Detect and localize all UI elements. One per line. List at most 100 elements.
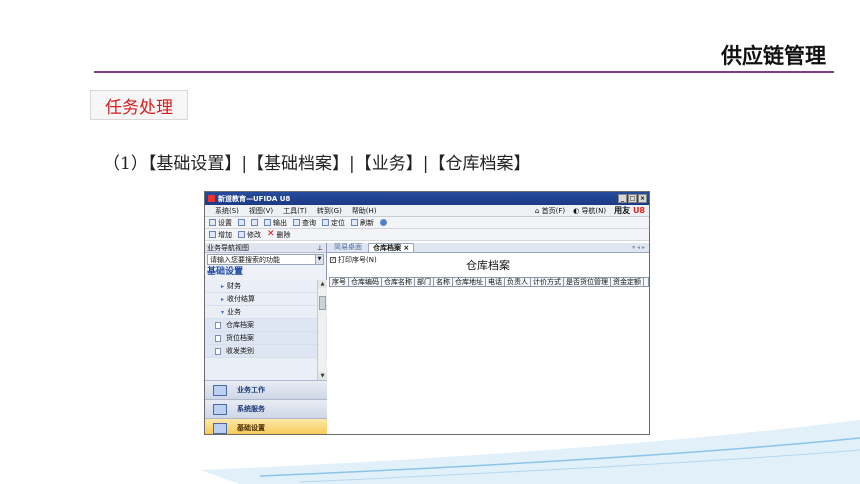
column-header[interactable]: 是否货位管理 [564, 278, 611, 286]
collapse-arrow-icon: ▾ [221, 308, 225, 316]
column-header[interactable]: 仓库地址 [453, 278, 486, 286]
nav-search-input[interactable]: 请输入您要搜索的功能 ▼ [207, 254, 324, 265]
nav-scrollbar[interactable]: ▲ ▼ [317, 280, 327, 380]
nav-tree: ▸ 财务 ▸ 收付结算 ▾ 业务 仓库档案 货位档案 收发类别 [205, 280, 327, 380]
minimize-button[interactable]: _ [618, 194, 627, 203]
window-titlebar: 新道教育—UFIDA U8 _ □ × [205, 192, 649, 205]
nav-header-label: 业务导航视图 [207, 243, 249, 252]
delete-icon: ✕ [267, 229, 275, 239]
tab-warehouse-archive[interactable]: 仓库档案 × [368, 243, 415, 252]
help-icon [380, 219, 387, 226]
slide-title: 供应链管理 [721, 44, 826, 68]
close-button[interactable]: × [638, 194, 647, 203]
tree-item-label: 业务 [227, 307, 242, 316]
edit-button[interactable]: 修改 [238, 230, 261, 240]
delete-button[interactable]: ✕ 删除 [267, 230, 291, 240]
query-button[interactable]: 查询 [293, 218, 316, 228]
edit-icon [238, 231, 245, 238]
export-icon [264, 219, 271, 226]
refresh-button[interactable]: 刷新 [351, 218, 374, 228]
settings-icon [209, 219, 216, 226]
main-content: 简易桌面 仓库档案 × ▾ ◂ ▸ ✓ 打印序号(N) 仓库档案 序号 仓库编码… [327, 243, 649, 434]
tree-item-label: 仓库档案 [226, 320, 254, 329]
group-label: 基础设置 [237, 424, 265, 432]
app-logo-icon [208, 195, 215, 202]
preview-button[interactable] [251, 219, 258, 226]
menu-system[interactable]: 系统(S) [215, 206, 239, 216]
group-business-work[interactable]: 业务工作 [205, 380, 327, 399]
brand-product: U8 [632, 206, 645, 215]
tree-item-label: 收发类别 [226, 346, 254, 355]
window-body: 业务导航视图 ⊥ 请输入您要搜索的功能 ▼ 基础设置 ▸ 财务 ▸ 收付结算 ▾ 业务… [205, 243, 649, 434]
help-button[interactable] [380, 219, 387, 226]
tree-item-location-archive[interactable]: 货位档案 [205, 332, 327, 345]
navigate-label: 导航(N) [581, 206, 607, 215]
nav-panel: 业务导航视图 ⊥ 请输入您要搜索的功能 ▼ 基础设置 ▸ 财务 ▸ 收付结算 ▾ 业务… [205, 243, 327, 434]
tab-simple-desktop[interactable]: 简易桌面 [330, 243, 366, 252]
document-icon [215, 334, 221, 342]
tree-item-label: 货位档案 [226, 333, 254, 342]
scroll-down-icon[interactable]: ▼ [318, 372, 327, 380]
column-header[interactable]: 名称 [434, 278, 453, 286]
document-title: 仓库档案 [466, 259, 510, 272]
settings-button[interactable]: 设置 [209, 218, 232, 228]
export-label: 输出 [273, 218, 287, 227]
menu-bar: 系统(S) 视图(V) 工具(T) 转到(G) 帮助(H) ⌂ 首页(F) ◐ … [205, 205, 649, 217]
column-header[interactable]: 序号 [330, 278, 349, 286]
tab-scroll-arrows[interactable]: ▾ ◂ ▸ [632, 243, 645, 252]
column-header[interactable]: 仓库编码 [349, 278, 382, 286]
settings-group-icon [213, 422, 227, 434]
column-header[interactable]: 计价方式 [531, 278, 564, 286]
chart-icon [213, 384, 227, 396]
nav-header: 业务导航视图 ⊥ [205, 243, 326, 253]
nav-groups: 业务工作 系统服务 基础设置 [205, 380, 327, 434]
preview-icon [251, 219, 258, 226]
step-instruction: （1）【基础设置】|【基础档案】|【业务】|【仓库档案】 [103, 154, 531, 174]
settings-label: 设置 [218, 218, 232, 227]
chevron-down-icon[interactable]: ▼ [315, 255, 323, 264]
export-button[interactable]: 输出 [264, 218, 287, 228]
menu-help[interactable]: 帮助(H) [352, 206, 377, 216]
grid-header: 序号 仓库编码 仓库名称 部门 名称 仓库地址 电话 负责人 计价方式 是否货位… [329, 277, 649, 287]
binoculars-icon [293, 219, 300, 226]
home-label: 首页(F) [541, 206, 566, 215]
navigate-link[interactable]: ◐ 导航(N) [573, 206, 606, 216]
edit-label: 修改 [247, 230, 261, 239]
scroll-up-icon[interactable]: ▲ [318, 280, 327, 288]
scroll-thumb[interactable] [319, 296, 326, 310]
group-basic-settings[interactable]: 基础设置 [205, 418, 327, 434]
add-icon [209, 231, 216, 238]
column-header[interactable]: 负责人 [505, 278, 531, 286]
group-label: 系统服务 [237, 405, 265, 413]
locate-label: 定位 [331, 218, 345, 227]
brand-name: 用友 [614, 206, 631, 215]
toolbar-main: 设置 输出 查询 定位 刷新 [205, 217, 649, 229]
tree-item-finance[interactable]: ▸ 财务 [205, 280, 327, 293]
column-header[interactable]: 仓库名称 [382, 278, 415, 286]
group-label: 业务工作 [237, 386, 265, 394]
tree-item-settlement[interactable]: ▸ 收付结算 [205, 293, 327, 306]
tab-bar: 简易桌面 仓库档案 × ▾ ◂ ▸ [327, 243, 649, 253]
tree-item-receipt-category[interactable]: 收发类别 [205, 345, 327, 358]
nav-search-placeholder: 请输入您要搜索的功能 [210, 255, 280, 264]
menu-tools[interactable]: 工具(T) [283, 206, 307, 216]
print-icon [238, 219, 245, 226]
menu-view[interactable]: 视图(V) [249, 206, 273, 216]
nav-section-title: 基础设置 [207, 267, 244, 277]
column-header[interactable]: 电话 [486, 278, 505, 286]
pin-icon[interactable]: ⊥ [317, 244, 323, 252]
task-label: 任务处理 [90, 90, 188, 120]
column-header[interactable]: 部门 [415, 278, 434, 286]
tree-item-label: 财务 [227, 281, 242, 290]
home-link[interactable]: ⌂ 首页(F) [535, 206, 565, 216]
column-header[interactable]: 资金定额 [611, 278, 644, 286]
group-system-service[interactable]: 系统服务 [205, 399, 327, 418]
brand-logo: 用友 U8 [614, 205, 645, 216]
menu-goto[interactable]: 转到(G) [317, 206, 342, 216]
maximize-button[interactable]: □ [628, 194, 637, 203]
tree-item-warehouse-archive[interactable]: 仓库档案 [205, 319, 327, 332]
add-button[interactable]: 增加 [209, 230, 232, 240]
tree-item-business[interactable]: ▾ 业务 [205, 306, 327, 319]
locate-button[interactable]: 定位 [322, 218, 345, 228]
print-button[interactable] [238, 219, 245, 226]
